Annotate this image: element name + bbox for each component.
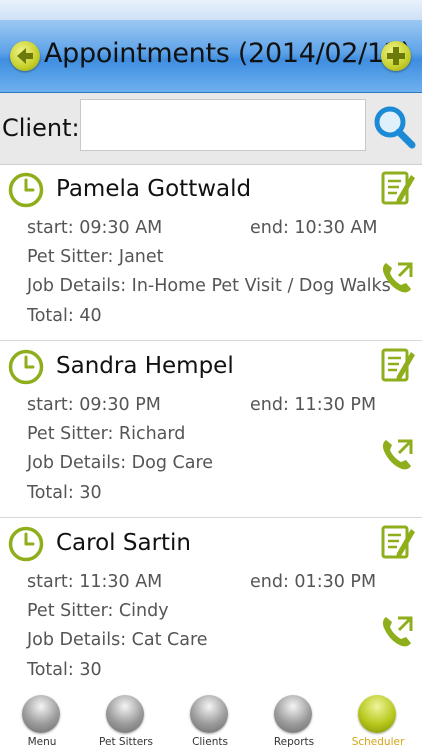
add-appointment-button[interactable] [381, 41, 411, 71]
page-title: Appointments (2014/02/12) [44, 38, 411, 69]
search-icon [374, 106, 416, 149]
call-icon[interactable] [380, 437, 414, 471]
start-time: start: 09:30 AM [27, 218, 163, 238]
plus-icon [387, 47, 405, 65]
tab-reports[interactable]: Reports [252, 690, 336, 750]
tab-label: Pet Sitters [99, 736, 153, 748]
appointment-list: Pamela Gottwald start: 09:30 AM end: 10:… [0, 165, 422, 690]
clock-icon [8, 349, 44, 385]
client-name: Carol Sartin [56, 530, 192, 556]
pet-sitter: Pet Sitter: Richard [27, 424, 186, 444]
total: Total: 30 [27, 660, 102, 680]
total: Total: 40 [27, 306, 102, 326]
bottom-tab-bar: Menu Pet Sitters Clients Reports Schedul… [0, 690, 422, 750]
edit-notes-icon[interactable] [381, 346, 415, 384]
end-time: end: 01:30 PM [250, 572, 377, 592]
call-icon[interactable] [380, 614, 414, 648]
appointment-card[interactable]: Pamela Gottwald start: 09:30 AM end: 10:… [0, 165, 422, 341]
job-details: Job Details: Cat Care [27, 630, 208, 650]
scheduler-ball-icon [358, 695, 396, 733]
client-name: Sandra Hempel [56, 353, 234, 379]
clock-icon [8, 172, 44, 208]
start-time: start: 09:30 PM [27, 395, 161, 415]
tab-label: Scheduler [351, 736, 405, 748]
client-search-input[interactable] [80, 99, 366, 151]
appointment-card[interactable]: Carol Sartin start: 11:30 AM end: 01:30 … [0, 519, 422, 690]
clock-icon [8, 526, 44, 562]
end-time: end: 10:30 AM [250, 218, 378, 238]
call-icon[interactable] [380, 260, 414, 294]
pet-sitters-ball-icon [106, 695, 144, 733]
tab-scheduler[interactable]: Scheduler [336, 690, 420, 750]
app-header: Appointments (2014/02/12) [0, 20, 422, 93]
pet-sitter: Pet Sitter: Cindy [27, 601, 169, 621]
job-details: Job Details: In-Home Pet Visit / Dog Wal… [27, 276, 391, 296]
tab-label: Reports [273, 736, 315, 748]
client-search-bar: Client: [0, 93, 422, 165]
tab-menu[interactable]: Menu [0, 690, 84, 750]
tab-label: Menu [27, 736, 57, 748]
clients-ball-icon [190, 695, 228, 733]
menu-ball-icon [22, 695, 60, 733]
edit-notes-icon[interactable] [381, 523, 415, 561]
appointment-card[interactable]: Sandra Hempel start: 09:30 PM end: 11:30… [0, 342, 422, 518]
client-name: Pamela Gottwald [56, 176, 252, 202]
job-details: Job Details: Dog Care [27, 453, 214, 473]
tab-pet-sitters[interactable]: Pet Sitters [84, 690, 168, 750]
status-bar [0, 0, 422, 20]
client-label: Client: [2, 114, 80, 142]
left-arrow-icon [17, 48, 33, 64]
tab-clients[interactable]: Clients [168, 690, 252, 750]
back-button[interactable] [10, 41, 40, 71]
search-button[interactable] [370, 103, 418, 151]
start-time: start: 11:30 AM [27, 572, 163, 592]
pet-sitter: Pet Sitter: Janet [27, 247, 164, 267]
reports-ball-icon [274, 695, 312, 733]
total: Total: 30 [27, 483, 102, 503]
edit-notes-icon[interactable] [381, 169, 415, 207]
end-time: end: 11:30 PM [250, 395, 377, 415]
tab-label: Clients [192, 736, 228, 748]
